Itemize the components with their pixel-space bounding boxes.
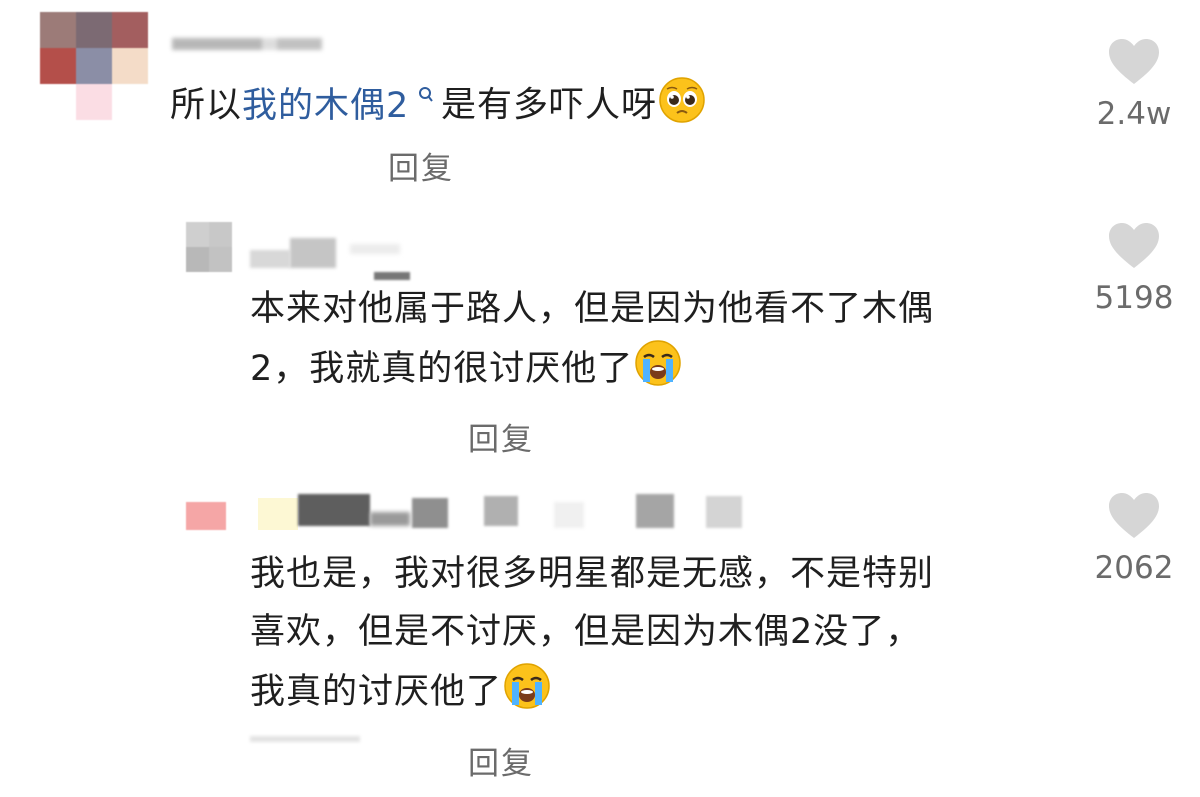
heart-icon xyxy=(1109,493,1159,538)
username-blurred[interactable] xyxy=(258,494,758,534)
avatar[interactable] xyxy=(186,222,232,272)
reply-button[interactable]: 回复 xyxy=(388,143,454,188)
loudly-crying-face-emoji xyxy=(635,340,682,386)
avatar[interactable] xyxy=(40,12,148,124)
reply-button[interactable]: 回复 xyxy=(468,414,534,459)
comment-text: 本来对他属于路人，但是因为他看不了木偶 2，我就真的很讨厌他了 xyxy=(250,289,935,389)
search-link[interactable]: 我的木偶2 xyxy=(242,86,441,126)
reply-button[interactable]: 回复 xyxy=(468,738,534,783)
username-blurred[interactable] xyxy=(172,38,322,50)
like-button[interactable]: 5198 xyxy=(1074,222,1194,318)
divider-blur xyxy=(250,736,360,742)
like-button[interactable]: 2.4w xyxy=(1074,38,1194,132)
like-count: 5198 xyxy=(1094,280,1174,316)
comment-text: 所以我的木偶2 是有多吓人呀 xyxy=(170,68,707,135)
like-count: 2.4w xyxy=(1096,96,1172,132)
avatar[interactable] xyxy=(186,502,226,530)
heart-icon xyxy=(1109,39,1159,84)
heart-icon xyxy=(1109,223,1159,268)
pleading-face-emoji xyxy=(659,76,705,123)
loudly-crying-face-emoji xyxy=(504,663,550,709)
like-count: 2062 xyxy=(1094,550,1174,586)
search-icon xyxy=(410,85,441,109)
comment-text: 我也是，我对很多明星都是无感，不是特别 喜欢，但是不讨厌，但是因为木偶2没了， … xyxy=(250,554,935,712)
username-blurred[interactable] xyxy=(250,234,410,270)
like-button[interactable]: 2062 xyxy=(1074,492,1194,592)
divider-blur xyxy=(374,272,410,280)
